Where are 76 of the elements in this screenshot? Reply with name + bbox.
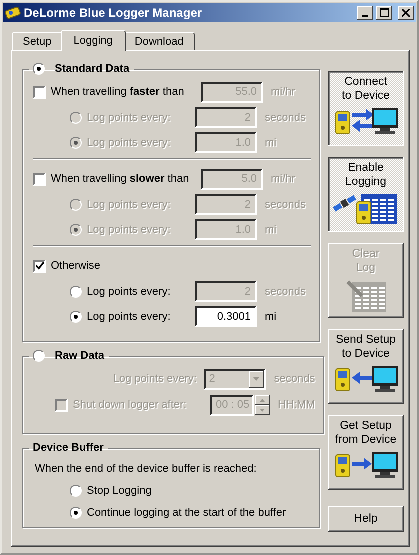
radio-button[interactable]	[70, 310, 82, 322]
tab[interactable]: Download	[124, 32, 195, 50]
close-icon	[402, 8, 410, 16]
value-field[interactable]: 2	[195, 194, 257, 215]
value-field[interactable]: 1.0	[195, 219, 257, 240]
help-button[interactable]: Help	[328, 506, 404, 532]
window-title: DeLorme Blue Logger Manager	[24, 6, 204, 20]
unit-label: mi	[265, 310, 277, 322]
tab[interactable]: Setup	[12, 32, 63, 50]
value-field[interactable]: 0.3001	[195, 306, 257, 327]
minimize-icon	[362, 14, 368, 16]
device-to-monitor-icon	[334, 450, 398, 480]
option-label: Log points every:	[87, 310, 172, 322]
option-label: Log points every:	[87, 198, 172, 210]
device-to-monitor-icon	[334, 106, 398, 136]
radio-button[interactable]	[70, 286, 82, 298]
spin-down-icon	[260, 408, 265, 412]
rule-label: When travelling slower than	[51, 173, 190, 185]
radio-button[interactable]	[33, 63, 45, 75]
option-label: Log points every:	[87, 224, 172, 236]
unit-label: mi/hr	[271, 173, 296, 185]
group-title: Raw Data	[55, 350, 105, 362]
time-field[interactable]: 00 : 05	[210, 394, 254, 416]
option-label: Stop Logging	[87, 485, 152, 497]
option-label: Log points every:	[87, 112, 172, 124]
option-label: Shut down logger after:	[73, 399, 188, 411]
maximize-icon	[380, 8, 388, 17]
app-logo-icon	[5, 6, 21, 20]
group-title: Standard Data	[55, 63, 130, 75]
unit-label: seconds	[274, 373, 316, 385]
action-button[interactable]: Get Setup from Device	[328, 415, 404, 490]
radio-button[interactable]	[70, 224, 82, 236]
tab[interactable]: Logging	[60, 30, 126, 51]
unit-label: seconds	[265, 286, 306, 298]
maximize-button[interactable]	[376, 6, 392, 20]
radio-button[interactable]	[70, 507, 82, 519]
value-field[interactable]: 1.0	[195, 132, 257, 153]
action-button[interactable]: Connect to Device	[328, 71, 404, 146]
radio-button[interactable]	[70, 136, 82, 148]
value-field[interactable]: 5.0	[201, 168, 263, 190]
value-field[interactable]: 55.0	[201, 82, 263, 102]
group-title: Device Buffer	[33, 442, 104, 454]
interval-dropdown[interactable]: 2	[204, 368, 266, 390]
checkbox[interactable]	[33, 260, 46, 272]
unit-label: mi	[265, 136, 277, 148]
radio-button[interactable]	[70, 112, 82, 124]
option-label: Log points every:	[87, 136, 172, 148]
close-button[interactable]	[398, 6, 414, 20]
radio-button[interactable]	[70, 485, 82, 497]
checkbox[interactable]	[33, 172, 46, 186]
spin-control[interactable]	[255, 395, 270, 415]
monitor-to-device-icon	[334, 364, 398, 394]
minimize-button[interactable]	[357, 6, 373, 20]
radio-button[interactable]	[70, 198, 82, 210]
unit-label: HH:MM	[278, 399, 316, 411]
unit-label: mi/hr	[271, 86, 296, 98]
satellite-device-table-icon	[333, 192, 399, 226]
option-label: Log points every:	[87, 286, 172, 298]
value-field[interactable]: 2	[195, 281, 257, 302]
action-button[interactable]: Send Setup to Device	[328, 329, 404, 404]
option-label: Log points every:	[112, 373, 197, 385]
rule-label: When travelling faster than	[51, 86, 186, 98]
action-button[interactable]: Enable Logging	[328, 157, 404, 232]
unit-label: mi	[265, 224, 277, 236]
eraser-table-icon	[346, 278, 386, 312]
checkbox[interactable]	[33, 86, 46, 98]
value-field[interactable]: 2	[195, 107, 257, 128]
unit-label: seconds	[265, 198, 306, 210]
radio-button[interactable]	[33, 350, 45, 362]
option-label: Continue logging at the start of the buffer	[87, 507, 286, 519]
checkbox[interactable]	[55, 398, 68, 412]
rule-label: Otherwise	[51, 260, 101, 272]
unit-label: seconds	[265, 112, 306, 124]
spin-up-icon	[260, 398, 265, 402]
dropdown-arrow-icon	[253, 377, 260, 381]
prompt-text: When the end of the device buffer is reached:	[35, 463, 257, 475]
